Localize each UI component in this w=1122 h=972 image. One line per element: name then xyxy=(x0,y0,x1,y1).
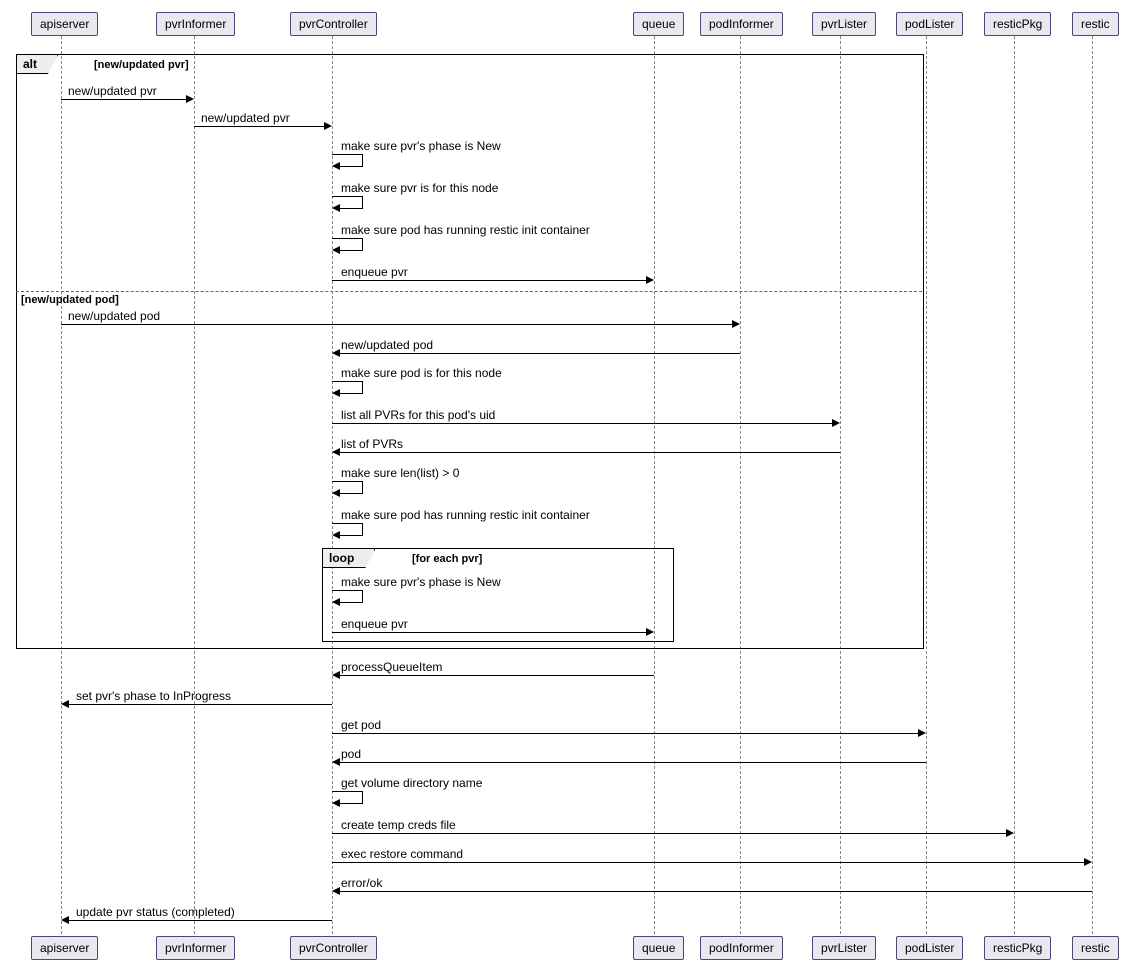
lifeline-restic xyxy=(1092,36,1093,934)
participant-podLister-top: podLister xyxy=(896,12,963,36)
msg-init-container: make sure pod has running restic init co… xyxy=(341,223,590,237)
participant-pvrLister-top: pvrLister xyxy=(812,12,876,36)
participant-resticPkg-top: resticPkg xyxy=(984,12,1051,36)
lifeline-resticPkg xyxy=(1014,36,1015,934)
participant-podLister-bottom: podLister xyxy=(896,936,963,960)
msg-phase-new-2: make sure pvr's phase is New xyxy=(341,575,501,589)
msg-error-ok: error/ok xyxy=(341,876,382,890)
arrow xyxy=(332,733,919,734)
arrow xyxy=(332,423,833,424)
arrow-head xyxy=(61,700,69,708)
lifeline-podLister xyxy=(926,36,927,934)
msg-new-pod-2: new/updated pod xyxy=(341,338,433,352)
participant-pvrController-bottom: pvrController xyxy=(290,936,377,960)
arrow xyxy=(194,126,325,127)
arrow-head xyxy=(832,419,840,427)
arrow xyxy=(340,452,840,453)
participant-restic-top: restic xyxy=(1072,12,1119,36)
msg-process-queue: processQueueItem xyxy=(341,660,442,674)
arrow-head xyxy=(332,531,340,539)
alt-guard-2: [new/updated pod] xyxy=(21,294,119,306)
arrow-head xyxy=(732,320,740,328)
participant-apiserver-top: apiserver xyxy=(31,12,98,36)
msg-exec-restore: exec restore command xyxy=(341,847,463,861)
participant-pvrController-top: pvrController xyxy=(290,12,377,36)
arrow-head xyxy=(332,246,340,254)
participant-apiserver-bottom: apiserver xyxy=(31,936,98,960)
msg-phase-new: make sure pvr's phase is New xyxy=(341,139,501,153)
arrow-head xyxy=(646,628,654,636)
participant-podInformer-top: podInformer xyxy=(700,12,783,36)
msg-new-pvr-1: new/updated pvr xyxy=(68,84,157,98)
arrow-head xyxy=(186,95,194,103)
msg-enqueue-2: enqueue pvr xyxy=(341,617,408,631)
participant-queue-bottom: queue xyxy=(633,936,684,960)
arrow-head xyxy=(324,122,332,130)
msg-update-status: update pvr status (completed) xyxy=(76,905,235,919)
arrow-head xyxy=(332,349,340,357)
arrow-head xyxy=(61,916,69,924)
participant-pvrInformer-bottom: pvrInformer xyxy=(156,936,235,960)
arrow-head xyxy=(918,729,926,737)
arrow xyxy=(340,891,1092,892)
arrow-head xyxy=(332,489,340,497)
arrow-head xyxy=(1084,858,1092,866)
arrow-head xyxy=(332,887,340,895)
participant-pvrInformer-top: pvrInformer xyxy=(156,12,235,36)
participant-restic-bottom: restic xyxy=(1072,936,1119,960)
msg-get-pod: get pod xyxy=(341,718,381,732)
msg-len-list: make sure len(list) > 0 xyxy=(341,466,459,480)
arrow-head xyxy=(332,671,340,679)
arrow-head xyxy=(332,799,340,807)
msg-volume-dir: get volume directory name xyxy=(341,776,482,790)
arrow-head xyxy=(332,448,340,456)
alt-divider xyxy=(16,291,922,292)
msg-list-result: list of PVRs xyxy=(341,437,403,451)
arrow xyxy=(332,280,647,281)
msg-new-pvr-2: new/updated pvr xyxy=(201,111,290,125)
arrow xyxy=(340,762,926,763)
arrow-head xyxy=(332,389,340,397)
arrow-head xyxy=(332,758,340,766)
msg-init-container-2: make sure pod has running restic init co… xyxy=(341,508,590,522)
msg-this-node: make sure pvr is for this node xyxy=(341,181,498,195)
msg-creds: create temp creds file xyxy=(341,818,456,832)
arrow xyxy=(69,920,332,921)
arrow xyxy=(340,353,740,354)
arrow-head xyxy=(332,598,340,606)
arrow-head xyxy=(332,162,340,170)
arrow-head xyxy=(1006,829,1014,837)
msg-set-inprogress: set pvr's phase to InProgress xyxy=(76,689,231,703)
arrow xyxy=(61,324,733,325)
participant-pvrLister-bottom: pvrLister xyxy=(812,936,876,960)
arrow xyxy=(332,833,1007,834)
participant-resticPkg-bottom: resticPkg xyxy=(984,936,1051,960)
msg-pod-return: pod xyxy=(341,747,361,761)
participant-podInformer-bottom: podInformer xyxy=(700,936,783,960)
arrow xyxy=(340,675,654,676)
arrow xyxy=(332,862,1085,863)
arrow-head xyxy=(646,276,654,284)
loop-guard: [for each pvr] xyxy=(412,553,482,565)
arrow xyxy=(332,632,647,633)
alt-guard-1: [new/updated pvr] xyxy=(94,59,189,71)
msg-new-pod-1: new/updated pod xyxy=(68,309,160,323)
msg-list-pvrs: list all PVRs for this pod's uid xyxy=(341,408,495,422)
arrow-head xyxy=(332,204,340,212)
participant-queue-top: queue xyxy=(633,12,684,36)
arrow xyxy=(61,99,187,100)
msg-enqueue-1: enqueue pvr xyxy=(341,265,408,279)
msg-pod-this-node: make sure pod is for this node xyxy=(341,366,502,380)
arrow xyxy=(69,704,332,705)
